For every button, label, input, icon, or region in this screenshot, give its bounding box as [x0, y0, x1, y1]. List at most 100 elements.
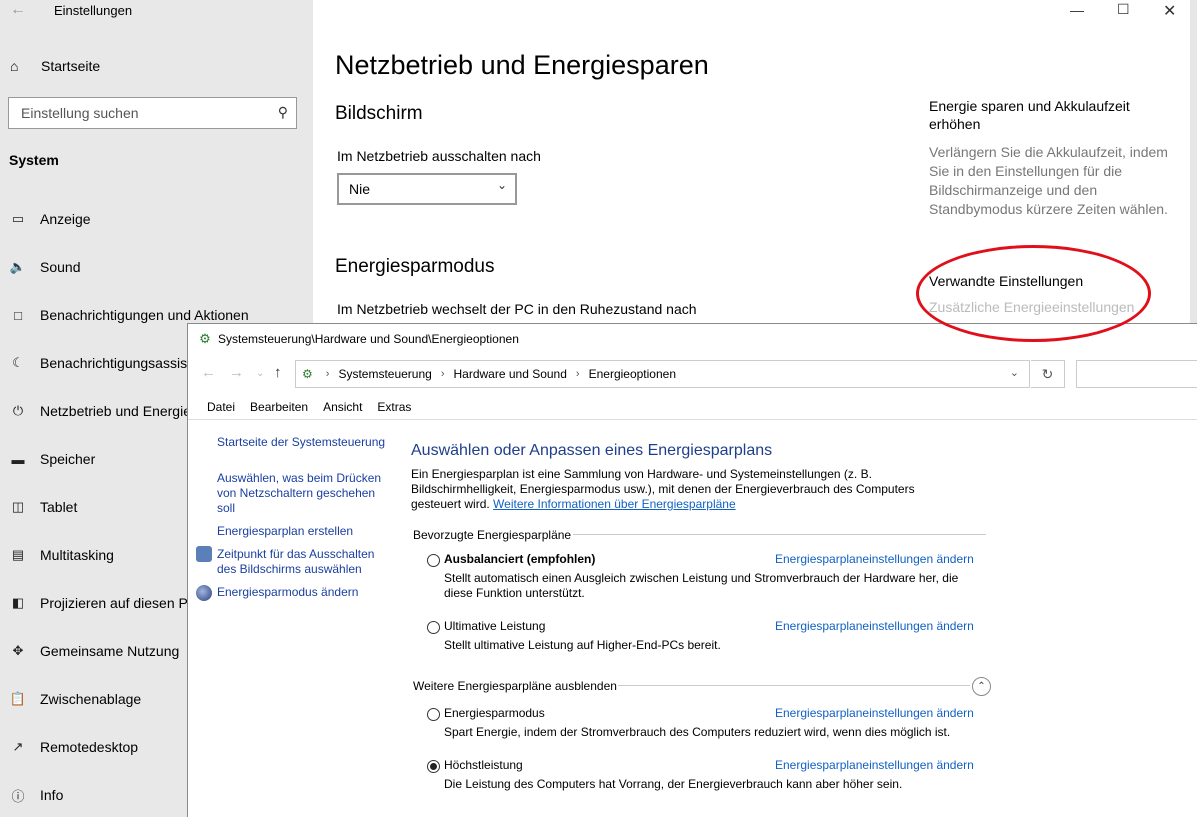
change-plan-settings-link[interactable]: Energiesparplaneinstellungen ändern: [775, 619, 974, 633]
red-highlight-circle: [916, 245, 1151, 342]
save-energy-heading: Energie sparen und Akkulaufzeit erhöhen: [929, 98, 1130, 132]
monitor-clock-icon: [196, 546, 212, 562]
divider: [618, 685, 970, 686]
plan-name: Energiesparmodus: [444, 706, 545, 720]
sidebar-item-zwischenablage[interactable]: 📋 Zwischenablage: [8, 688, 141, 710]
sleep-heading: Energiesparmodus: [335, 256, 495, 277]
display-off-link[interactable]: Zeitpunkt für das Ausschalten des Bildsc…: [217, 547, 382, 577]
screen-off-select[interactable]: Nie ⌄: [337, 173, 517, 205]
plan-description: Stellt ultimative Leistung auf Higher-En…: [444, 638, 721, 652]
change-plan-settings-link[interactable]: Energiesparplaneinstellungen ändern: [775, 758, 974, 772]
control-panel-icon: ⚙: [302, 367, 313, 381]
breadcrumb-separator-icon: ›: [440, 368, 445, 380]
address-bar[interactable]: ⚙ › Systemsteuerung › Hardware und Sound…: [295, 360, 1030, 388]
sidebar-item-gemeinsame-nutzung[interactable]: ✥ Gemeinsame Nutzung: [8, 640, 180, 662]
sidebar-item-info[interactable]: ⓘ Info: [8, 784, 63, 806]
breadcrumb-item[interactable]: Energieoptionen: [589, 367, 676, 381]
sidebar-item-label: Benachrichtigungen und Aktionen: [40, 307, 249, 323]
cp-navigation-bar: ← → ⌄ ↑ ⚙ › Systemsteuerung › Hardware u…: [188, 358, 1197, 390]
search-placeholder: Einstellung suchen: [21, 105, 139, 121]
menu-ansicht[interactable]: Ansicht: [323, 400, 362, 414]
home-icon: ⌂: [10, 58, 19, 74]
plan-radio-balanced[interactable]: [427, 554, 440, 567]
section-title: System: [9, 152, 59, 168]
display-icon: ▭: [11, 211, 25, 226]
sidebar-item-projizieren[interactable]: ◧ Projizieren auf diesen PC: [8, 592, 198, 614]
cp-menubar: Datei Bearbeiten Ansicht Extras: [188, 394, 1197, 420]
screen-off-label: Im Netzbetrieb ausschalten nach: [337, 148, 541, 164]
plan-description: Stellt automatisch einen Ausgleich zwisc…: [444, 571, 959, 600]
plan-description: Spart Energie, indem der Stromverbrauch …: [444, 725, 951, 739]
plan-radio-ultimate[interactable]: [427, 621, 440, 634]
home-link[interactable]: ⌂ Startseite: [10, 58, 100, 74]
moon-icon: [196, 585, 212, 601]
sidebar-item-label: Remotedesktop: [40, 739, 139, 755]
close-icon[interactable]: ✕: [1163, 1, 1176, 21]
breadcrumb-item[interactable]: Hardware und Sound: [454, 367, 567, 381]
up-icon[interactable]: ↑: [274, 364, 282, 381]
sidebar-item-speicher[interactable]: ▬ Speicher: [8, 448, 96, 470]
chevron-down-icon[interactable]: ⌄: [1010, 366, 1019, 379]
breadcrumb-separator-icon: ›: [575, 368, 580, 380]
recent-dropdown-icon[interactable]: ⌄: [256, 368, 264, 379]
power-buttons-link[interactable]: Auswählen, was beim Drücken von Netzscha…: [217, 471, 382, 516]
maximize-icon[interactable]: ☐: [1117, 1, 1130, 18]
save-energy-text: Verlängern Sie die Akkulaufzeit, indem S…: [929, 144, 1168, 217]
search-icon[interactable]: ⚲: [278, 104, 288, 121]
cp-heading: Auswählen oder Anpassen eines Energiespa…: [411, 442, 773, 459]
speaker-icon: 🔈: [9, 259, 27, 274]
cp-description: Ein Energiesparplan ist eine Sammlung vo…: [411, 467, 951, 512]
sidebar-item-multitasking[interactable]: ▤ Multitasking: [8, 544, 114, 566]
plan-name: Ultimative Leistung: [444, 619, 546, 633]
project-icon: ◧: [11, 595, 25, 610]
screen-heading: Bildschirm: [335, 103, 423, 124]
more-info-link[interactable]: Weitere Informationen über Energiesparpl…: [493, 497, 736, 511]
create-plan-link[interactable]: Energiesparplan erstellen: [217, 524, 353, 539]
change-plan-settings-link[interactable]: Energiesparplaneinstellungen ändern: [775, 552, 974, 566]
sidebar-item-sound[interactable]: 🔈 Sound: [8, 256, 81, 278]
breadcrumb-item[interactable]: Systemsteuerung: [338, 367, 431, 381]
breadcrumb-separator-icon: ›: [325, 368, 330, 380]
back-arrow-icon[interactable]: ←: [10, 1, 26, 19]
back-icon[interactable]: ←: [201, 364, 216, 381]
power-options-icon: ⚙: [199, 331, 211, 346]
menu-bearbeiten[interactable]: Bearbeiten: [250, 400, 308, 414]
more-plans-header[interactable]: Weitere Energiesparpläne ausblenden: [413, 679, 617, 693]
plan-radio-high-performance[interactable]: [427, 760, 440, 773]
sidebar-item-label: Gemeinsame Nutzung: [40, 643, 180, 659]
moon-icon: ☾: [12, 355, 24, 370]
sidebar-item-label: Info: [40, 787, 64, 803]
clipboard-icon: 📋: [9, 691, 27, 706]
cp-window-title: Systemsteuerung\Hardware und Sound\Energ…: [218, 332, 519, 346]
storage-icon: ▬: [11, 451, 25, 467]
sidebar-item-assistent[interactable]: ☾ Benachrichtigungsassistent: [8, 352, 210, 374]
plan-name: Höchstleistung: [444, 758, 523, 772]
sleep-settings-link[interactable]: Energiesparmodus ändern: [217, 585, 358, 600]
sidebar-item-label: Projizieren auf diesen PC: [40, 595, 198, 611]
control-panel-window: ⚙ Systemsteuerung\Hardware und Sound\Ene…: [187, 323, 1197, 817]
chevron-up-icon[interactable]: ⌃: [972, 677, 991, 696]
divider: [573, 534, 986, 535]
plan-name: Ausbalanciert (empfohlen): [444, 552, 596, 566]
refresh-icon[interactable]: ↻: [1031, 360, 1065, 388]
cp-search-input[interactable]: [1076, 360, 1197, 388]
sidebar-item-tablet[interactable]: ◫ Tablet: [8, 496, 78, 518]
cp-home-link[interactable]: Startseite der Systemsteuerung: [217, 435, 385, 450]
sidebar-item-label: Tablet: [40, 499, 78, 515]
change-plan-settings-link[interactable]: Energiesparplaneinstellungen ändern: [775, 706, 974, 720]
menu-datei[interactable]: Datei: [207, 400, 235, 414]
multitasking-icon: ▤: [11, 547, 25, 562]
plan-description: Die Leistung des Computers hat Vorrang, …: [444, 777, 903, 791]
sidebar-item-label: Zwischenablage: [40, 691, 142, 707]
menu-extras[interactable]: Extras: [377, 400, 411, 414]
minimize-icon[interactable]: —: [1070, 2, 1084, 18]
notification-icon: □: [14, 307, 22, 323]
power-icon: ⏻: [12, 403, 24, 418]
screen-off-value: Nie: [349, 181, 371, 197]
sidebar-item-anzeige[interactable]: ▭ Anzeige: [8, 208, 91, 230]
settings-search-input[interactable]: Einstellung suchen ⚲: [8, 97, 297, 129]
page-title: Netzbetrieb und Energiesparen: [335, 50, 709, 80]
forward-icon[interactable]: →: [229, 364, 244, 381]
plan-radio-power-saver[interactable]: [427, 708, 440, 721]
sidebar-item-remotedesktop[interactable]: ↗ Remotedesktop: [8, 736, 139, 758]
